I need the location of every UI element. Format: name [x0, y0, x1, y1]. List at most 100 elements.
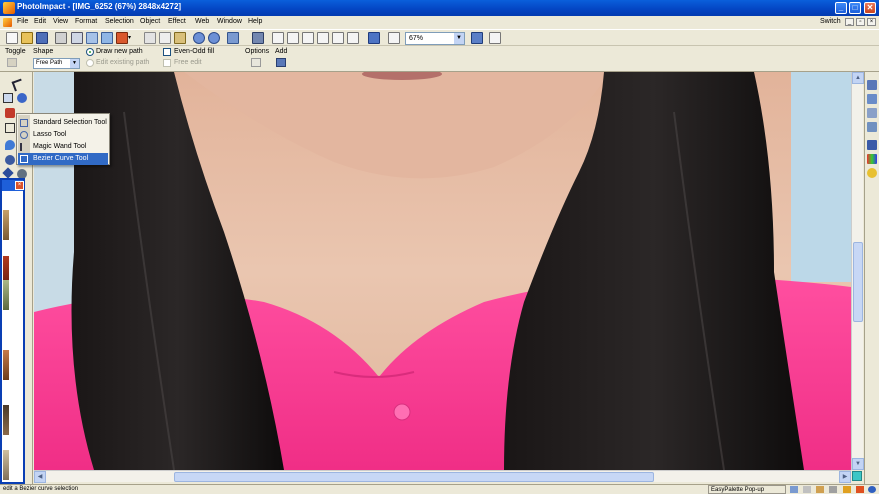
app-icon[interactable]: [3, 2, 15, 14]
status-icon[interactable]: [829, 486, 837, 493]
menu-object[interactable]: Object: [140, 18, 160, 25]
info-icon[interactable]: [868, 486, 876, 493]
print-icon[interactable]: [71, 32, 83, 44]
menu-file[interactable]: File: [17, 18, 28, 25]
transform-icon[interactable]: [227, 32, 239, 44]
color-icon[interactable]: [116, 32, 128, 44]
even-odd-fill-checkbox[interactable]: [163, 48, 171, 56]
status-icon[interactable]: [803, 486, 811, 493]
bezier-curve-tool-item[interactable]: Bezier Curve Tool: [18, 153, 108, 165]
stamp-tool-icon[interactable]: [5, 155, 15, 165]
pick-tool-icon[interactable]: [11, 78, 25, 92]
scroll-left-button[interactable]: ◀: [34, 471, 46, 483]
color-panel-icon[interactable]: [867, 154, 877, 164]
options-icon[interactable]: [251, 58, 261, 67]
free-edit-checkbox[interactable]: [163, 59, 171, 67]
thumbnail[interactable]: [3, 350, 9, 380]
panel-icon[interactable]: [867, 168, 877, 178]
status-icon[interactable]: [856, 486, 864, 493]
new-file-icon[interactable]: [6, 32, 18, 44]
vertical-scrollbar[interactable]: ▲ ▼: [851, 72, 864, 470]
status-icon[interactable]: [843, 486, 851, 493]
add-icon[interactable]: [276, 58, 286, 67]
scroll-up-button[interactable]: ▲: [852, 72, 864, 84]
shape-select[interactable]: Free Path ▼: [33, 58, 80, 69]
scroll-down-button[interactable]: ▼: [852, 458, 864, 470]
mdi-minimize-button[interactable]: _: [845, 18, 854, 26]
help-pointer-icon[interactable]: [489, 32, 501, 44]
menu-selection[interactable]: Selection: [105, 18, 134, 25]
close-icon[interactable]: ×: [15, 181, 24, 190]
thumbnail[interactable]: [3, 450, 9, 480]
horizontal-scroll-thumb[interactable]: [174, 472, 654, 482]
zoom-icon[interactable]: [471, 32, 483, 44]
image-canvas[interactable]: [34, 72, 851, 470]
menu-help[interactable]: Help: [248, 18, 262, 25]
standard-selection-tool-item[interactable]: Standard Selection Tool: [18, 117, 108, 129]
mdi-restore-button[interactable]: ▫: [856, 18, 865, 26]
draw-new-path-radio[interactable]: [86, 48, 94, 56]
horizontal-scrollbar[interactable]: ◀ ▶: [34, 470, 851, 483]
path-tool-icon[interactable]: [17, 93, 27, 103]
save-icon[interactable]: [36, 32, 48, 44]
paste-icon[interactable]: [174, 32, 186, 44]
menu-format[interactable]: Format: [75, 18, 97, 25]
fit-window-icon[interactable]: [368, 32, 380, 44]
camera-icon[interactable]: [252, 32, 264, 44]
thumbnail[interactable]: [3, 280, 9, 310]
panel-icon[interactable]: [867, 122, 877, 132]
crop-icon[interactable]: [272, 32, 284, 44]
magic-wand-tool-item[interactable]: Magic Wand Tool: [18, 141, 108, 153]
resize-icon[interactable]: [287, 32, 299, 44]
switch-button[interactable]: Switch: [820, 18, 841, 25]
panel-icon[interactable]: [867, 108, 877, 118]
zoom-select[interactable]: 67% ▼: [405, 32, 465, 45]
status-icon[interactable]: [816, 486, 824, 493]
panel-icon[interactable]: [867, 94, 877, 104]
rotate-icon[interactable]: [302, 32, 314, 44]
status-icon[interactable]: [790, 486, 798, 493]
edit-existing-path-radio[interactable]: [86, 59, 94, 67]
easypalette-popup[interactable]: EasyPalette Pop-up: [708, 485, 786, 494]
bezier-tool-icon[interactable]: [3, 93, 13, 103]
grid-icon[interactable]: [347, 32, 359, 44]
cut-icon[interactable]: [144, 32, 156, 44]
copy-icon[interactable]: [159, 32, 171, 44]
chevron-down-icon[interactable]: ▼: [70, 59, 79, 68]
minimize-button[interactable]: _: [835, 2, 847, 14]
chevron-down-icon[interactable]: ▼: [454, 33, 464, 44]
redo-icon[interactable]: [208, 32, 220, 44]
layer-manager-icon[interactable]: [867, 80, 877, 90]
toggle-icon[interactable]: [7, 58, 17, 67]
color-dropdown-icon[interactable]: ▾: [128, 32, 134, 44]
document-icon[interactable]: [3, 18, 12, 27]
align-icon[interactable]: [332, 32, 344, 44]
close-button[interactable]: ✕: [864, 2, 876, 14]
open-folder-icon[interactable]: [21, 32, 33, 44]
web-export-icon[interactable]: [101, 32, 113, 44]
vertical-scroll-thumb[interactable]: [853, 242, 863, 322]
navigator-icon[interactable]: [852, 471, 862, 481]
actual-size-icon[interactable]: [388, 32, 400, 44]
menu-web[interactable]: Web: [195, 18, 209, 25]
flyout-item-label: Magic Wand Tool: [33, 143, 87, 150]
thumbnail[interactable]: [3, 405, 9, 435]
maximize-button[interactable]: □: [849, 2, 861, 14]
menu-view[interactable]: View: [53, 18, 68, 25]
crop-tool-icon[interactable]: [5, 123, 15, 133]
undo-icon[interactable]: [193, 32, 205, 44]
mdi-close-button[interactable]: ×: [867, 18, 876, 26]
menu-edit[interactable]: Edit: [34, 18, 46, 25]
center-icon[interactable]: [317, 32, 329, 44]
print-preview-icon[interactable]: [86, 32, 98, 44]
shape-tool-icon[interactable]: [2, 167, 14, 179]
scan-icon[interactable]: [55, 32, 67, 44]
brush-tool-icon[interactable]: [5, 108, 15, 118]
lasso-tool-item[interactable]: Lasso Tool: [18, 129, 108, 141]
thumbnail[interactable]: [3, 210, 9, 240]
scroll-right-button[interactable]: ▶: [839, 471, 851, 483]
panel-icon[interactable]: [867, 140, 877, 150]
menu-window[interactable]: Window: [217, 18, 242, 25]
menu-effect[interactable]: Effect: [168, 18, 186, 25]
fill-tool-icon[interactable]: [5, 140, 15, 150]
